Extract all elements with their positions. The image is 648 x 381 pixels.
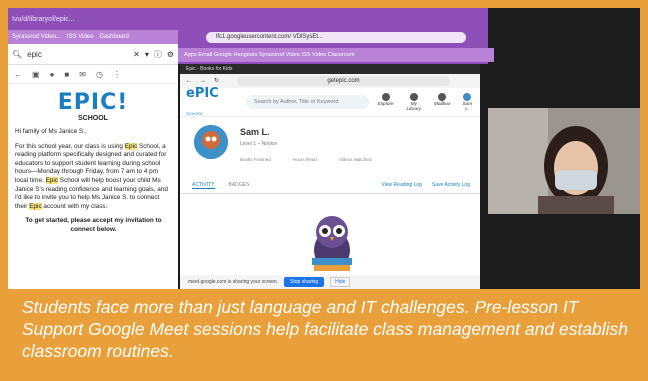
middle-bookmarks-bar[interactable]: Apps Email Google Hangouts Syrassrod Vid… (178, 48, 494, 62)
stat-label: Books Finished (240, 157, 271, 162)
more-icon[interactable]: ⋮ (113, 70, 121, 79)
heart-icon (409, 92, 418, 101)
nav-mailbox[interactable]: Mailbox (434, 92, 450, 112)
help-icon[interactable]: ⓘ (154, 49, 162, 60)
delete-icon[interactable]: ■ (64, 70, 69, 79)
screen-share-bar: meet.google.com is sharing your screen. … (180, 275, 480, 289)
address-bar[interactable]: lfc1.googleusercontent.com/ VDlSysEt... (206, 32, 466, 43)
video-tile (488, 108, 640, 214)
save-activity-log-link[interactable]: Save Activity Log (432, 182, 470, 188)
caption: Students face more than just language an… (22, 297, 629, 361)
tab-activity[interactable]: ACTIVITY (192, 182, 215, 189)
profile-header: Sam L. Level 1 – Novice Books Finished H… (180, 117, 480, 177)
find-bar: 🔍︎ epic ✕ ▾ ⓘ ⚙ (8, 44, 178, 65)
chevron-down-icon[interactable]: ▾ (145, 50, 149, 59)
epic-window: Epic - Books for Kids ← → ↻ getepic.com … (180, 64, 480, 289)
profile-name: Sam L. (240, 127, 270, 137)
find-input[interactable]: epic (27, 50, 42, 59)
bookmark-item[interactable]: ISS Video (67, 34, 94, 40)
bookmark-item[interactable]: Syrassrod Video... (12, 34, 61, 40)
greeting: Hi family of Ms Janice S., (15, 128, 87, 135)
view-reading-log-link[interactable]: View Reading Log (381, 182, 422, 188)
profile-level: Level 1 – Novice (240, 141, 277, 147)
report-icon[interactable]: ● (50, 70, 55, 79)
screenshot-panel: Ivu/d/libraryof/epic... Syrassrod Video.… (8, 8, 640, 289)
owl-mascot-illustration (312, 216, 352, 271)
bookmark-item[interactable]: Dashboard (100, 34, 129, 40)
nav-profile[interactable]: Sam L. (460, 92, 474, 112)
left-browser-tab[interactable]: Ivu/d/libraryof/epic... (8, 8, 178, 30)
cta-text: To get started, please accept my invitat… (25, 217, 162, 233)
nav-library[interactable]: My Library (404, 92, 424, 112)
epic-tab[interactable]: Epic - Books for Kids (180, 64, 480, 74)
school-label: SCHOOL (78, 115, 108, 122)
left-bookmarks-bar: Syrassrod Video... ISS Video Dashboard (8, 30, 178, 44)
left-browser-window: Ivu/d/libraryof/epic... Syrassrod Video.… (8, 8, 178, 289)
stat-label: Hours Read (292, 157, 317, 162)
gear-icon[interactable]: ⚙ (167, 50, 174, 59)
stop-sharing-button[interactable]: Stop sharing (284, 277, 325, 287)
clock-icon[interactable]: ◷ (96, 70, 103, 79)
mail-icon[interactable]: ✉ (79, 70, 86, 79)
search-icon: 🔍︎ (12, 49, 23, 59)
profile-tabs: ACTIVITY BADGES View Reading Log Save Ac… (180, 177, 480, 194)
paragraph: For this school year, our class is using… (15, 142, 168, 210)
nav-explore[interactable]: Explore (377, 92, 394, 112)
share-message: meet.google.com is sharing your screen. (188, 279, 279, 285)
archive-icon[interactable]: ▣ (32, 70, 40, 79)
epic-address-bar[interactable]: getepic.com (237, 76, 450, 86)
tab-badges[interactable]: BADGES (229, 182, 250, 188)
epic-site-logo[interactable]: ePIC SCHOOL (186, 84, 238, 120)
doc-toolbar: ← ▣ ● ■ ✉ ◷ ⋮ (8, 65, 178, 84)
back-arrow-icon[interactable]: ← (14, 70, 22, 79)
epic-search-input[interactable]: Search by Author, Title or Keyword (246, 95, 370, 109)
middle-browser-chrome: lfc1.googleusercontent.com/ VDlSysEt... … (178, 8, 494, 64)
profile-stats: Books Finished Hours Read Videos Watched (240, 157, 371, 162)
email-body: Hi family of Ms Janice S., For this scho… (8, 122, 178, 235)
hide-button[interactable]: Hide (330, 277, 351, 287)
avatar (463, 92, 472, 101)
profile-avatar (194, 125, 228, 159)
stat-label: Videos Watched (338, 157, 372, 162)
mailbox-icon (438, 92, 447, 101)
epic-nav: ePIC SCHOOL Search by Author, Title or K… (180, 86, 480, 117)
epic-nav-items: Explore My Library Mailbox Sam L. (377, 92, 474, 112)
epic-logo: EPIC! (57, 90, 129, 115)
close-icon[interactable]: ✕ (133, 50, 140, 59)
compass-icon (381, 92, 390, 101)
